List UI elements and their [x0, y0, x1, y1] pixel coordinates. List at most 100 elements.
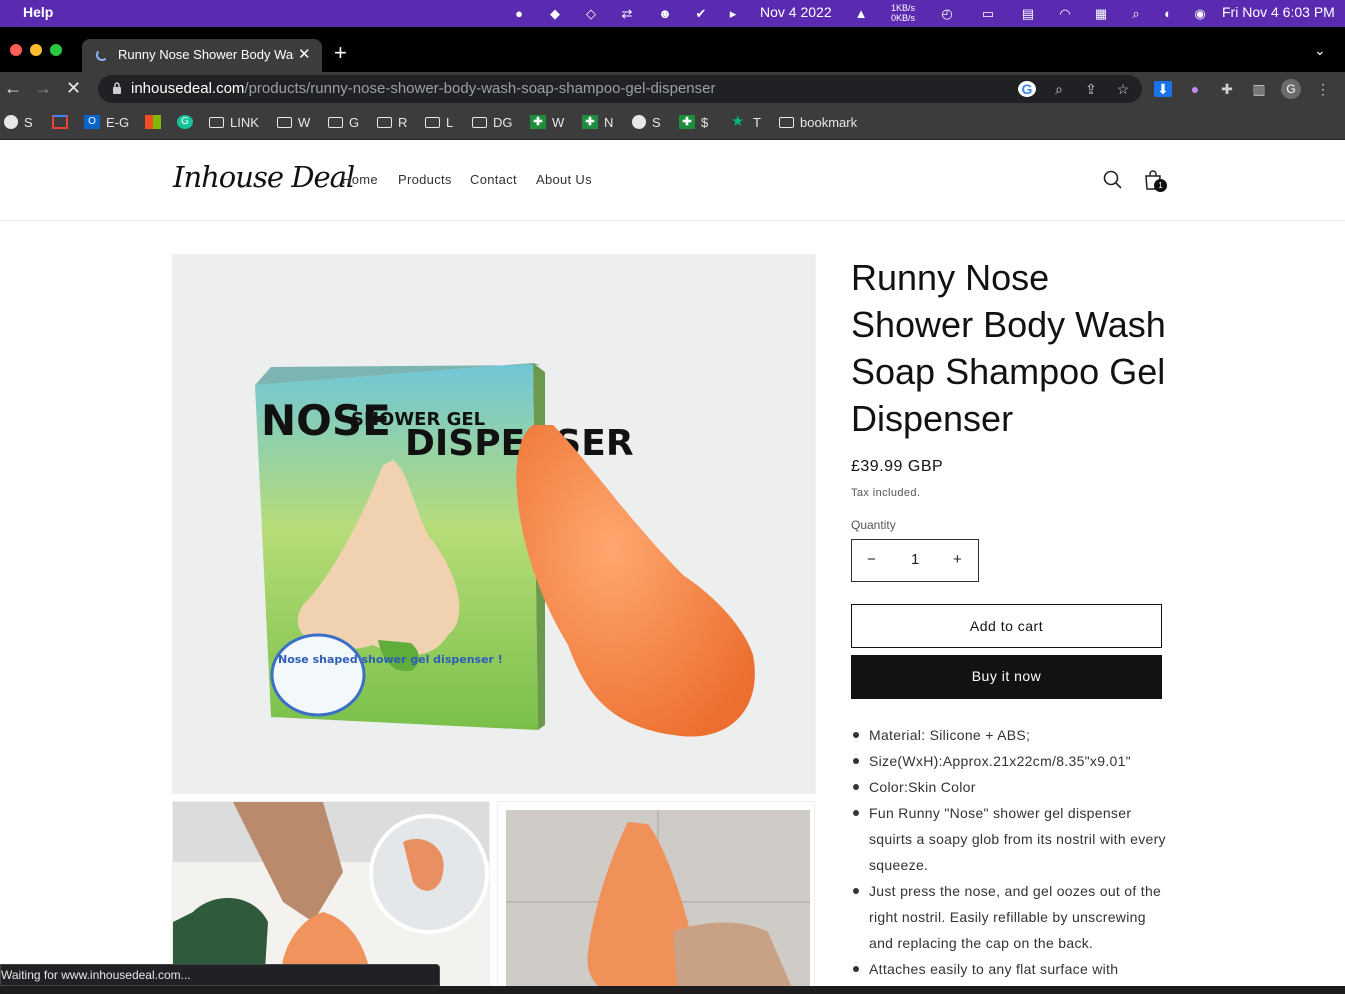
bookmark-folder[interactable]: LINK — [209, 113, 259, 131]
forward-button[interactable]: → — [34, 78, 52, 99]
bookmark-folder[interactable]: G — [328, 113, 359, 131]
control-center-icon[interactable]: ◐ — [1159, 5, 1177, 22]
globe-icon — [4, 115, 18, 129]
puzzle-extensions-icon[interactable]: ✚ — [1218, 81, 1236, 97]
share-icon[interactable]: ⇪ — [1082, 81, 1100, 97]
search-icon[interactable] — [1102, 169, 1124, 191]
spotlight-search-icon[interactable]: ⌕ — [1127, 5, 1145, 22]
bookmark-item[interactable]: S — [632, 113, 661, 131]
thumbnail-photo — [173, 802, 489, 986]
browser-tab[interactable]: Runny Nose Shower Body Wash Soap Shampoo… — [82, 39, 322, 72]
url-text[interactable]: inhousedeal.com/products/runny-nose-show… — [131, 80, 716, 97]
us-flag-icon[interactable]: ▤ — [1019, 5, 1037, 22]
bookmark-label: $ — [701, 114, 709, 130]
side-panel-icon[interactable]: ▥ — [1250, 81, 1268, 97]
new-tab-button[interactable]: + — [334, 40, 347, 66]
add-to-cart-button[interactable]: Add to cart — [851, 604, 1162, 648]
teamviewer-icon[interactable]: ⇄ — [618, 5, 636, 22]
bookmark-label: G — [349, 114, 360, 130]
stop-loading-button[interactable]: ✕ — [66, 78, 81, 99]
menubar-date[interactable]: Nov 4 2022 — [760, 4, 832, 20]
nav-products[interactable]: Products — [398, 172, 452, 187]
site-logo[interactable]: Inhouse Deal — [173, 160, 355, 194]
feather-icon[interactable]: ◇ — [582, 5, 600, 22]
google-lens-icon[interactable]: G — [1018, 81, 1036, 97]
decrease-quantity-button[interactable]: − — [867, 551, 876, 568]
play-icon[interactable]: ▸ — [724, 5, 742, 22]
nav-contact[interactable]: Contact — [470, 172, 517, 187]
product-description: Material: Silicone + ABS; Size(WxH):Appr… — [851, 722, 1171, 982]
description-item: Size(WxH):Approx.21x22cm/8.35"x9.01" — [851, 748, 1171, 774]
bookmark-folder[interactable]: W — [277, 113, 310, 131]
bookmark-gmail[interactable] — [52, 113, 74, 131]
bookmark-label: W — [298, 114, 311, 130]
wechat-icon[interactable]: ● — [510, 5, 528, 22]
product-thumbnail[interactable] — [497, 801, 815, 986]
minimize-window-button[interactable] — [30, 44, 42, 56]
back-button[interactable]: ← — [4, 78, 22, 99]
window-bottom-edge — [0, 986, 1345, 994]
bookmark-label: W — [552, 114, 565, 130]
chrome-menu-icon[interactable]: ⋮ — [1314, 81, 1332, 97]
bookmark-item[interactable]: ★ T — [731, 113, 761, 131]
zoom-icon[interactable]: ⌕ — [1050, 81, 1068, 97]
macos-menu-bar: Help ● ◆ ◇ ⇄ ☻ ✔ ▸ Nov 4 2022 ▲ 1KB/s 0K… — [0, 0, 1345, 27]
url-path: /products/runny-nose-shower-body-wash-so… — [244, 80, 716, 97]
bookmark-microsoft[interactable] — [145, 113, 167, 131]
net-down: 0KB/s — [891, 13, 916, 23]
nav-home[interactable]: Home — [342, 172, 378, 187]
maximize-window-button[interactable] — [50, 44, 62, 56]
profile-avatar[interactable]: G — [1281, 79, 1301, 99]
product-main-image[interactable]: NOSE SHOWER GEL DISPENSER Nose shaped sh… — [172, 254, 816, 794]
siri-icon[interactable]: ◉ — [1191, 5, 1209, 22]
memory-icon[interactable]: ▦ — [1092, 5, 1110, 22]
product-thumbnail[interactable] — [172, 801, 490, 986]
extension-icon[interactable]: ● — [1186, 81, 1204, 97]
bookmark-label: R — [398, 114, 408, 130]
tab-search-chevron-icon[interactable]: ⌄ — [1314, 42, 1326, 59]
bookmark-label: T — [753, 114, 761, 130]
quantity-input[interactable]: 1 — [911, 551, 919, 568]
menubar-clock[interactable]: Fri Nov 4 6:03 PM — [1222, 4, 1335, 20]
bookmark-label: L — [446, 114, 454, 130]
bookmark-star-icon[interactable]: ☆ — [1114, 81, 1132, 97]
menu-help[interactable]: Help — [23, 4, 53, 20]
battery-icon[interactable]: ▭ — [976, 5, 1000, 22]
download-extension-icon[interactable]: ⬇ — [1154, 81, 1172, 97]
tab-close-icon[interactable]: ✕ — [298, 45, 311, 63]
description-item: Attaches easily to any flat surface with — [851, 956, 1171, 982]
nav-about-us[interactable]: About Us — [536, 172, 592, 187]
checkmark-icon[interactable]: ✔ — [692, 5, 710, 22]
bookmark-item[interactable]: O E-G — [84, 113, 129, 131]
bookmark-item[interactable]: ✚ $ — [679, 113, 708, 131]
cat-icon[interactable]: ▲ — [852, 5, 870, 22]
close-window-button[interactable] — [10, 44, 22, 56]
folder-icon — [328, 116, 343, 128]
thumbnail-photo — [498, 802, 814, 986]
buy-it-now-button[interactable]: Buy it now — [851, 655, 1162, 699]
increase-quantity-button[interactable]: + — [953, 551, 962, 568]
network-speed[interactable]: 1KB/s 0KB/s — [891, 3, 915, 23]
quantity-stepper: − 1 + — [851, 539, 979, 582]
bookmark-folder[interactable]: DG — [472, 113, 513, 131]
folder-icon — [472, 116, 487, 128]
bookmark-folder[interactable]: bookmark — [779, 113, 857, 131]
bookmark-folder[interactable]: L — [425, 113, 453, 131]
bell-icon[interactable]: ◆ — [546, 5, 564, 22]
wifi-icon[interactable]: ◠ — [1056, 5, 1074, 22]
folder-icon — [779, 116, 794, 128]
bookmark-folder[interactable]: R — [377, 113, 407, 131]
bear-icon[interactable]: ☻ — [656, 5, 674, 22]
bookmark-grammarly[interactable]: G — [177, 113, 199, 131]
lock-icon[interactable] — [112, 82, 122, 94]
product-title: Runny Nose Shower Body Wash Soap Shampoo… — [851, 257, 1166, 439]
outlook-icon: O — [84, 115, 100, 129]
bookmark-item[interactable]: S — [4, 113, 33, 131]
quantity-label: Quantity — [851, 518, 896, 532]
time-machine-icon[interactable]: ◴ — [938, 5, 956, 22]
sheets-icon: ✚ — [582, 115, 598, 129]
bookmark-item[interactable]: ✚ N — [582, 113, 613, 131]
bookmark-item[interactable]: ✚ W — [530, 113, 564, 131]
sheets-icon: ✚ — [530, 115, 546, 129]
description-item: Color:Skin Color — [851, 774, 1171, 800]
